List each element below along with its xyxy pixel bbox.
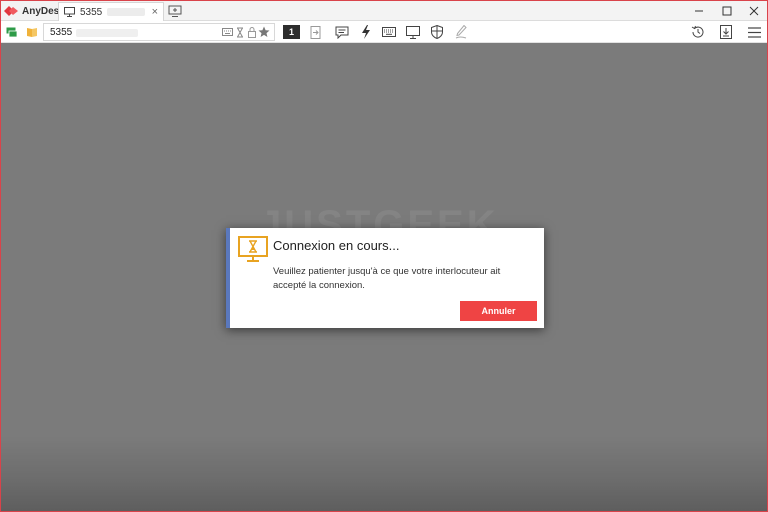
- switch-side-icon[interactable]: [308, 24, 324, 40]
- session-toolbar: 5355 1: [1, 21, 767, 43]
- file-transfer-icon[interactable]: [718, 24, 734, 40]
- new-tab-icon[interactable]: [168, 4, 182, 18]
- display-icon[interactable]: [405, 24, 421, 40]
- monitor-selector[interactable]: 1: [283, 25, 300, 39]
- dialog-title: Connexion en cours...: [273, 238, 400, 253]
- cancel-button[interactable]: Annuler: [460, 301, 537, 321]
- actions-icon[interactable]: [358, 24, 374, 40]
- maximize-icon: [722, 6, 732, 16]
- menu-icon[interactable]: [746, 24, 762, 40]
- address-value: 5355: [50, 27, 73, 38]
- monitor-icon: [64, 7, 75, 17]
- permissions-icon[interactable]: [429, 24, 445, 40]
- connecting-dialog: Connexion en cours... Veuillez patienter…: [226, 228, 544, 328]
- title-bar: AnyDesk 5355 ×: [1, 1, 767, 21]
- whiteboard-icon[interactable]: [453, 24, 469, 40]
- minimize-button[interactable]: [691, 3, 707, 19]
- anydesk-window: AnyDesk 5355 × 5355 1 JUSTGEEK Connexion…: [0, 0, 768, 512]
- dialog-message: Veuillez patienter jusqu'à ce que votre …: [273, 266, 501, 291]
- keyboard-layout-icon[interactable]: [381, 24, 397, 40]
- anydesk-logo-icon: [4, 6, 18, 16]
- lock-icon[interactable]: [248, 27, 256, 38]
- minimize-icon: [695, 10, 703, 12]
- redacted-id: [107, 8, 146, 16]
- tab-label: 5355: [80, 6, 103, 18]
- address-field[interactable]: 5355: [43, 23, 275, 41]
- close-icon: [749, 6, 759, 16]
- address-book-icon[interactable]: [24, 24, 40, 40]
- history-icon[interactable]: [690, 24, 706, 40]
- brand[interactable]: AnyDesk: [4, 3, 65, 19]
- keyboard-icon[interactable]: [222, 28, 233, 37]
- star-icon[interactable]: [258, 26, 270, 38]
- redacted-address: [76, 29, 138, 37]
- close-window-button[interactable]: [746, 3, 762, 19]
- hourglass-monitor-icon: [238, 236, 268, 262]
- connection-status-icon[interactable]: [4, 24, 20, 40]
- hourglass-icon: [237, 27, 243, 38]
- chat-icon[interactable]: [334, 24, 350, 40]
- maximize-button[interactable]: [719, 3, 735, 19]
- close-tab-icon[interactable]: ×: [152, 5, 158, 19]
- session-tab[interactable]: 5355 ×: [58, 2, 164, 21]
